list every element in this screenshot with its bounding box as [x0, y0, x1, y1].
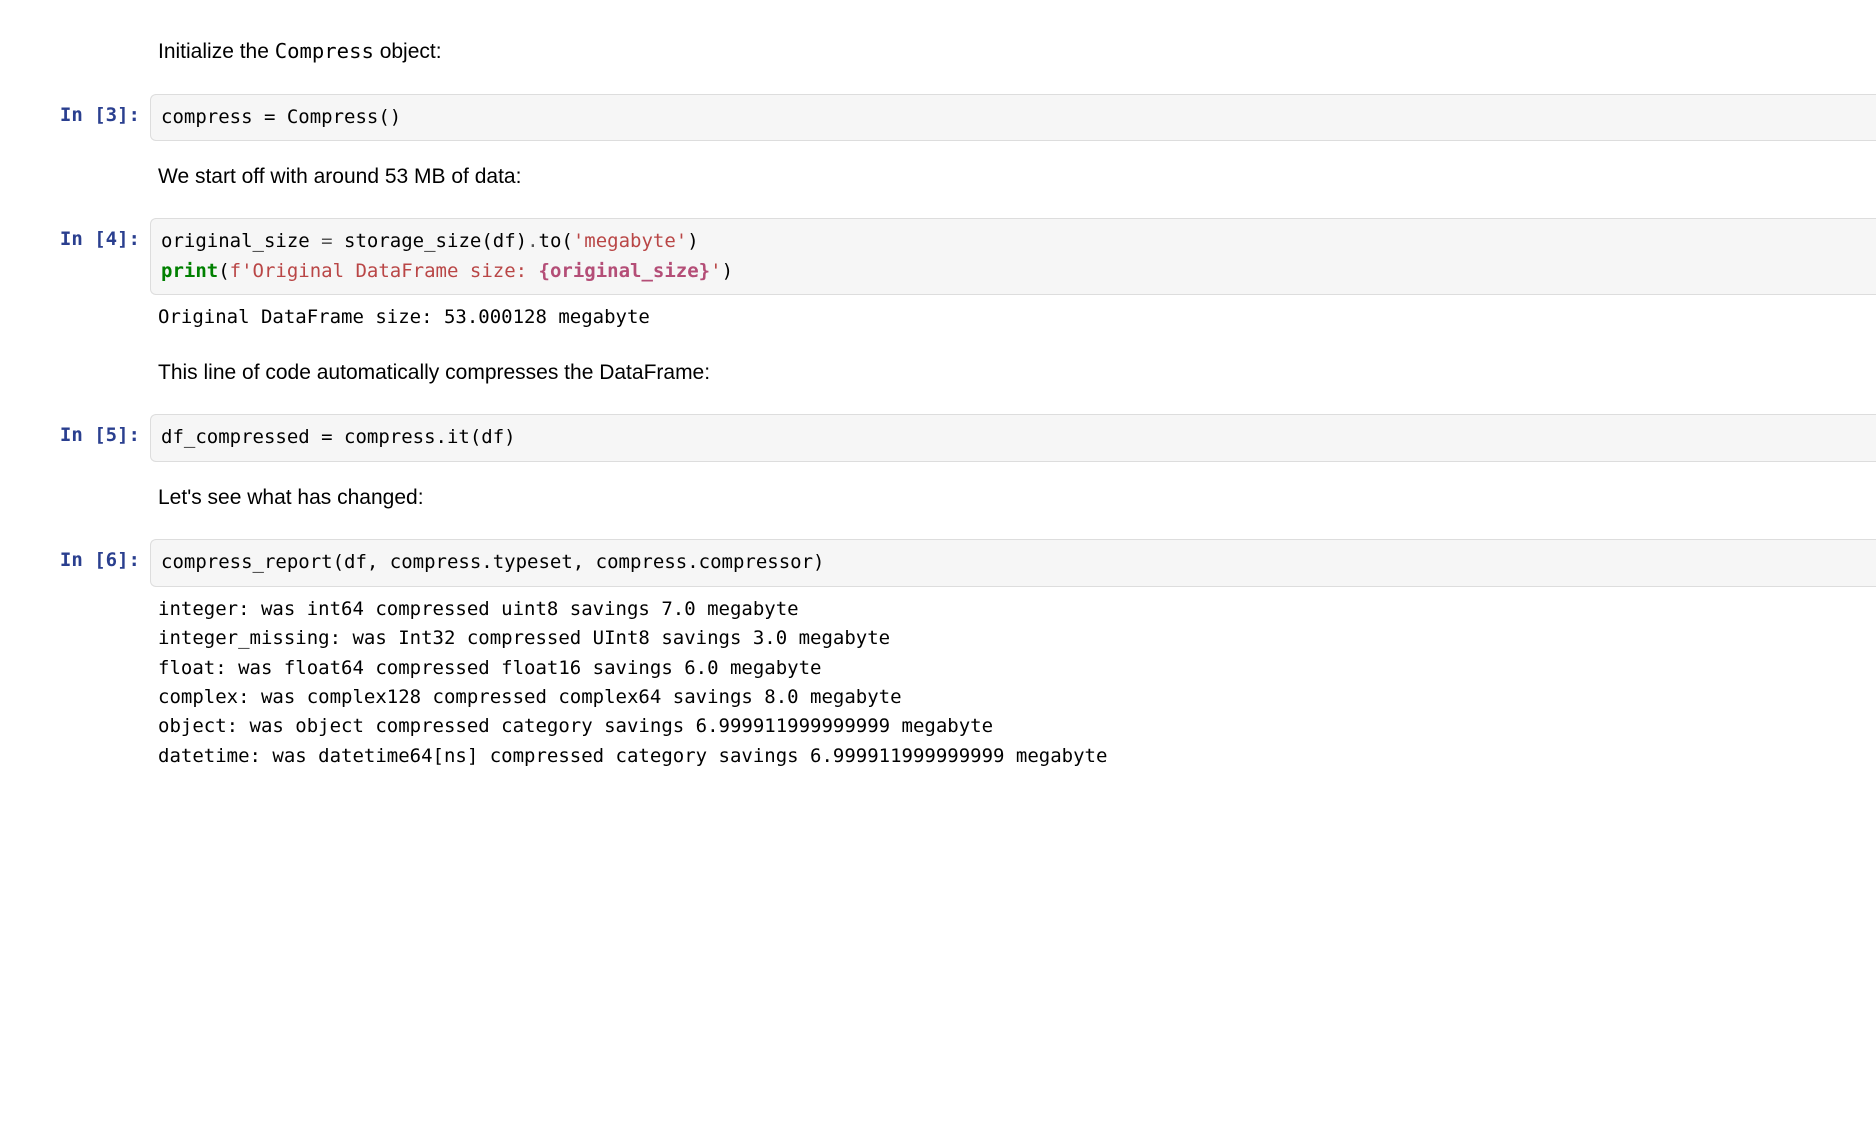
- code-token-builtin: print: [161, 260, 218, 282]
- notebook-container: Initialize the Compress object: In [3]: …: [0, 0, 1876, 779]
- markdown-cell: Initialize the Compress object:: [0, 20, 1876, 90]
- cell-prompt: [0, 470, 150, 532]
- inline-code: Compress: [275, 39, 374, 63]
- code-token: ): [687, 230, 698, 252]
- code-token-string: 'megabyte': [573, 230, 687, 252]
- cell-prompt: [0, 149, 150, 211]
- md-text: Let's see what has changed:: [158, 486, 424, 509]
- code-input[interactable]: original_size = storage_size(df).to('meg…: [150, 218, 1876, 295]
- code-token: original_size: [161, 230, 321, 252]
- cell-body: df_compressed = compress.it(df): [150, 414, 1876, 461]
- code-token-interpolation: {original_size}: [539, 260, 711, 282]
- input-prompt: In [3]:: [0, 94, 150, 141]
- input-prompt: In [4]:: [0, 218, 150, 336]
- code-output: integer: was int64 compressed uint8 savi…: [150, 587, 1876, 776]
- md-text: object:: [374, 40, 442, 63]
- input-prompt: In [5]:: [0, 414, 150, 461]
- code-input[interactable]: compress_report(df, compress.typeset, co…: [150, 539, 1876, 586]
- cell-body: compress_report(df, compress.typeset, co…: [150, 539, 1876, 775]
- code-cell: In [4]: original_size = storage_size(df)…: [0, 214, 1876, 340]
- code-output: Original DataFrame size: 53.000128 megab…: [150, 295, 1876, 336]
- md-text: This line of code automatically compress…: [158, 361, 710, 384]
- cell-body: compress = Compress(): [150, 94, 1876, 141]
- cell-prompt: [0, 24, 150, 86]
- markdown-body: This line of code automatically compress…: [150, 345, 1876, 407]
- markdown-cell: Let's see what has changed:: [0, 466, 1876, 536]
- code-cell: In [5]: df_compressed = compress.it(df): [0, 410, 1876, 465]
- markdown-body: We start off with around 53 MB of data:: [150, 149, 1876, 211]
- md-text: Initialize the: [158, 40, 275, 63]
- code-token-string: ': [710, 260, 721, 282]
- cell-prompt: [0, 345, 150, 407]
- code-token: (: [218, 260, 229, 282]
- markdown-cell: We start off with around 53 MB of data:: [0, 145, 1876, 215]
- code-token-operator: =: [321, 230, 332, 252]
- code-token: to(: [539, 230, 573, 252]
- code-token-string: f'Original DataFrame size:: [230, 260, 539, 282]
- code-input[interactable]: df_compressed = compress.it(df): [150, 414, 1876, 461]
- cell-body: original_size = storage_size(df).to('meg…: [150, 218, 1876, 336]
- markdown-body: Let's see what has changed:: [150, 470, 1876, 532]
- code-cell: In [6]: compress_report(df, compress.typ…: [0, 535, 1876, 779]
- code-token-operator: .: [527, 230, 538, 252]
- code-input[interactable]: compress = Compress(): [150, 94, 1876, 141]
- code-token: storage_size(df): [333, 230, 527, 252]
- input-prompt: In [6]:: [0, 539, 150, 775]
- markdown-body: Initialize the Compress object:: [150, 24, 1876, 86]
- code-token: ): [722, 260, 733, 282]
- code-cell: In [3]: compress = Compress(): [0, 90, 1876, 145]
- markdown-cell: This line of code automatically compress…: [0, 341, 1876, 411]
- md-text: We start off with around 53 MB of data:: [158, 165, 521, 188]
